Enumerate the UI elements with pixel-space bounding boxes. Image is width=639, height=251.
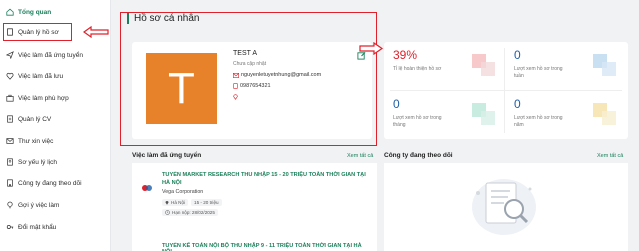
salary-tag: 15 - 20 triệu bbox=[191, 199, 222, 206]
mail-icon bbox=[6, 137, 14, 145]
job-location: Hà Nội bbox=[171, 200, 186, 205]
stat-value: 39% bbox=[393, 48, 418, 62]
sidebar-item-matching-jobs[interactable]: Việc làm phù hợp bbox=[0, 87, 111, 109]
stat-yearly-views: 0 Lượt xem hồ sơ trong năm bbox=[505, 91, 625, 139]
annotation-arrow-right-icon bbox=[359, 42, 383, 55]
decor-squares-icon bbox=[472, 54, 495, 76]
job-salary: 15 - 20 triệu bbox=[194, 200, 219, 205]
sidebar-item-label: Tổng quan bbox=[18, 8, 52, 16]
main-content: Hồ sơ cá nhân T TEST A Chưa cập nhật ngu… bbox=[111, 0, 639, 251]
sidebar-item-label: Đổi mật khẩu bbox=[18, 223, 57, 231]
sidebar-item-label: Sơ yếu lý lịch bbox=[18, 158, 57, 166]
sidebar-item-label: Thư xin việc bbox=[18, 137, 54, 145]
heart-icon bbox=[6, 72, 14, 80]
sidebar-item-label: Việc làm đã ứng tuyển bbox=[18, 51, 83, 59]
stat-label: Tỉ lệ hoàn thiện hồ sơ bbox=[393, 66, 442, 72]
stat-monthly-views: 0 Lượt xem hồ sơ trong tháng bbox=[384, 91, 504, 139]
sidebar-item-resume[interactable]: Sơ yếu lý lịch bbox=[0, 151, 111, 173]
cv-icon bbox=[6, 115, 14, 123]
sidebar-item-applied-jobs[interactable]: Việc làm đã ứng tuyển bbox=[0, 44, 111, 66]
divider bbox=[390, 90, 622, 91]
resume-icon bbox=[6, 158, 14, 166]
stat-label: Lượt xem hồ sơ trong tuần bbox=[514, 66, 563, 79]
sidebar-item-label: Gợi ý việc làm bbox=[18, 201, 60, 209]
sidebar-item-cv-management[interactable]: Quản lý CV bbox=[0, 108, 111, 130]
job-deadline: Hạn nộp: 28/02/2025 bbox=[172, 210, 215, 215]
sidebar-item-change-password[interactable]: Đổi mật khẩu bbox=[0, 216, 111, 238]
sidebar-item-saved-jobs[interactable]: Việc làm đã lưu bbox=[0, 65, 111, 87]
highlight-box bbox=[3, 23, 72, 41]
suggest-icon bbox=[6, 201, 14, 209]
followed-companies-panel bbox=[384, 163, 628, 251]
stat-weekly-views: 0 Lượt xem hồ sơ trong tuần bbox=[505, 42, 625, 90]
highlight-box bbox=[120, 12, 377, 146]
stat-value: 0 bbox=[514, 48, 521, 62]
applied-jobs-title: Việc làm đã ứng tuyển bbox=[132, 152, 202, 159]
sidebar-item-overview[interactable]: Tổng quan bbox=[0, 1, 111, 23]
empty-state-illustration-icon bbox=[472, 179, 536, 235]
stat-value: 0 bbox=[393, 97, 400, 111]
applied-jobs-list: TUYỂN MARKET RESEARCH THU NHẬP 15 - 20 T… bbox=[132, 163, 377, 251]
sidebar-item-job-suggestions[interactable]: Gợi ý việc làm bbox=[0, 194, 111, 216]
job-title-link[interactable]: TUYỂN MARKET RESEARCH THU NHẬP 15 - 20 T… bbox=[162, 171, 372, 187]
followed-companies-see-all-link[interactable]: Xem tất cả bbox=[597, 153, 623, 159]
briefcase-icon bbox=[6, 94, 14, 102]
sidebar-item-label: Việc làm đã lưu bbox=[18, 72, 64, 80]
deadline-tag: Hạn nộp: 28/02/2025 bbox=[162, 209, 218, 216]
clock-icon bbox=[165, 210, 170, 215]
sidebar-item-cover-letter[interactable]: Thư xin việc bbox=[0, 130, 111, 152]
followed-companies-title: Công ty đang theo dõi bbox=[384, 152, 453, 159]
sidebar-item-label: Quản lý CV bbox=[18, 115, 52, 123]
location-tag: Hà Nội bbox=[162, 199, 189, 206]
decor-squares-icon bbox=[472, 103, 495, 125]
sidebar-item-label: Công ty đang theo dõi bbox=[18, 179, 82, 187]
stat-label: Lượt xem hồ sơ trong năm bbox=[514, 115, 563, 128]
decor-squares-icon bbox=[593, 103, 616, 125]
company-icon bbox=[6, 179, 14, 187]
stat-value: 0 bbox=[514, 97, 521, 111]
send-icon bbox=[6, 51, 14, 59]
key-icon bbox=[6, 223, 14, 231]
job-deadline-row: Hạn nộp: 28/02/2025 bbox=[162, 209, 221, 216]
sidebar-item-followed-companies[interactable]: Công ty đang theo dõi bbox=[0, 172, 111, 194]
stat-label: Lượt xem hồ sơ trong tháng bbox=[393, 115, 442, 128]
location-icon bbox=[165, 201, 169, 205]
applied-jobs-see-all-link[interactable]: Xem tất cả bbox=[347, 153, 373, 159]
company-logo-icon bbox=[142, 185, 152, 191]
job-title-link[interactable]: TUYỂN KẾ TOÁN NỘI BỘ THU NHẬP 9 - 11 TRI… bbox=[162, 243, 372, 251]
annotation-arrow-left-icon bbox=[83, 26, 109, 38]
decor-squares-icon bbox=[593, 54, 616, 76]
home-icon bbox=[6, 8, 14, 16]
sidebar-item-label: Việc làm phù hợp bbox=[18, 94, 69, 102]
stats-panel: 39% Tỉ lệ hoàn thiện hồ sơ 0 Lượt xem hồ… bbox=[384, 42, 628, 139]
stat-profile-completion: 39% Tỉ lệ hoàn thiện hồ sơ bbox=[384, 42, 504, 90]
job-company: Vega Corporation bbox=[162, 189, 204, 195]
job-meta-row: Hà Nội 15 - 20 triệu bbox=[162, 199, 225, 206]
